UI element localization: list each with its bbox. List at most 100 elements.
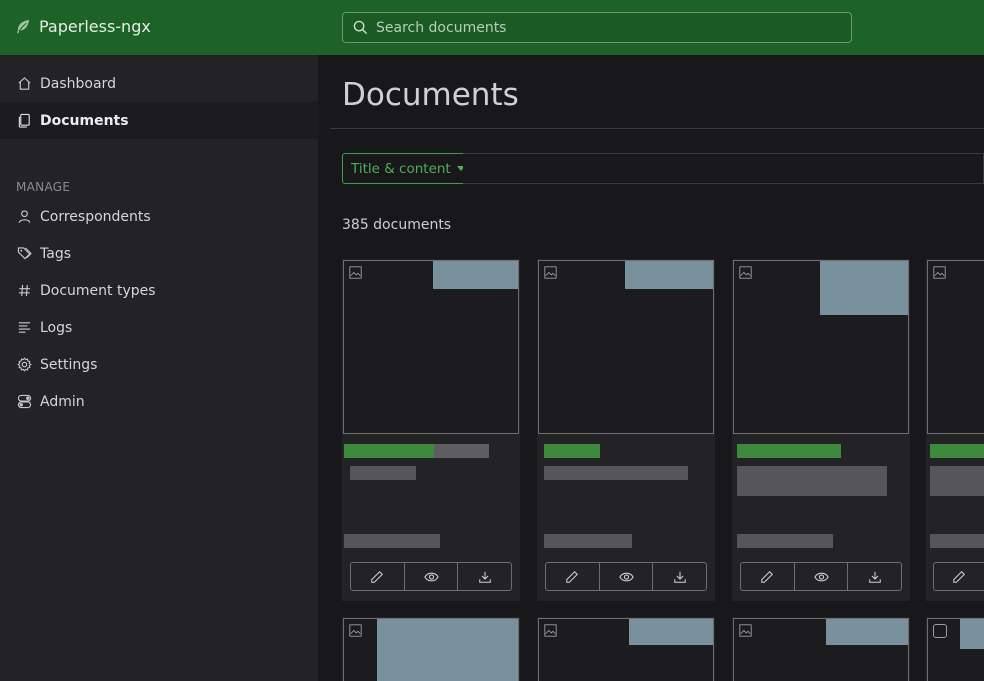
house-icon	[18, 77, 31, 90]
document-card[interactable]	[342, 617, 520, 681]
document-card[interactable]	[537, 259, 715, 601]
sidebar-item-settings[interactable]: Settings	[0, 346, 318, 383]
document-card[interactable]	[732, 259, 910, 601]
person-icon	[18, 210, 31, 223]
top-navbar: Paperless-ngx	[0, 0, 984, 55]
sidebar: Dashboard Documents MANAGE Correspondent…	[0, 55, 318, 681]
image-placeholder-icon	[544, 624, 557, 637]
document-title-redacted	[737, 444, 841, 458]
sidebar-item-documents[interactable]: Documents	[0, 102, 318, 139]
select-checkbox[interactable]	[933, 624, 947, 638]
image-placeholder-icon	[349, 624, 362, 637]
document-thumbnail[interactable]	[343, 618, 519, 681]
sidebar-item-dashboard[interactable]: Dashboard	[0, 65, 318, 102]
hash-icon	[18, 284, 31, 297]
thumbnail-content	[377, 619, 518, 681]
manage-section-header: MANAGE	[16, 180, 71, 194]
document-date-redacted	[930, 534, 984, 548]
toggles-icon	[17, 394, 32, 409]
filter-mode-label: Title & content	[351, 160, 451, 177]
document-date-redacted	[544, 534, 632, 548]
sidebar-item-logs[interactable]: Logs	[0, 309, 318, 346]
sidebar-item-label: Admin	[40, 393, 85, 410]
card-action-group	[545, 562, 707, 591]
filter-text-input[interactable]	[463, 153, 984, 184]
sidebar-item-document-types[interactable]: Document types	[0, 272, 318, 309]
files-icon	[18, 113, 30, 128]
thumbnail-content	[960, 619, 984, 649]
document-meta-redacted	[350, 466, 416, 480]
document-title-redacted	[544, 444, 600, 458]
edit-icon	[953, 570, 965, 583]
text-lines-icon	[18, 322, 31, 333]
document-date-redacted	[344, 534, 440, 548]
document-thumbnail[interactable]	[343, 260, 519, 434]
document-card[interactable]	[537, 617, 715, 681]
document-card[interactable]	[732, 617, 910, 681]
download-button[interactable]	[458, 563, 511, 590]
thumbnail-content	[826, 619, 908, 645]
gear-icon	[17, 357, 32, 372]
preview-button[interactable]	[795, 563, 849, 590]
document-thumbnail[interactable]	[733, 260, 909, 434]
tags-icon	[17, 247, 32, 260]
card-action-group	[740, 562, 902, 591]
thumbnail-content	[625, 261, 713, 289]
document-card[interactable]	[926, 617, 984, 681]
filter-mode-dropdown[interactable]: Title & content	[342, 153, 474, 184]
sidebar-item-correspondents[interactable]: Correspondents	[0, 198, 318, 235]
search-box[interactable]	[342, 12, 852, 43]
app-name: Paperless-ngx	[39, 17, 151, 36]
preview-icon	[423, 572, 439, 581]
download-icon	[868, 571, 881, 583]
sidebar-item-label: Tags	[40, 245, 71, 262]
document-title-redacted	[344, 444, 434, 458]
thumbnail-content	[820, 261, 908, 315]
document-thumbnail[interactable]	[538, 260, 714, 434]
main-content: Documents Title & content 385 documents	[318, 55, 984, 681]
edit-button[interactable]	[546, 563, 600, 590]
document-title-redacted	[930, 444, 984, 458]
edit-button[interactable]	[351, 563, 405, 590]
edit-icon	[566, 570, 579, 583]
image-placeholder-icon	[544, 266, 557, 279]
preview-icon	[618, 572, 634, 581]
document-thumbnail[interactable]	[733, 618, 909, 681]
preview-icon	[813, 572, 829, 581]
search-icon	[353, 20, 368, 35]
download-button[interactable]	[848, 563, 901, 590]
sidebar-item-label: Document types	[40, 282, 156, 299]
app-brand[interactable]: Paperless-ngx	[16, 17, 151, 36]
document-thumbnail[interactable]	[538, 618, 714, 681]
sidebar-item-label: Settings	[40, 356, 98, 373]
edit-button[interactable]	[741, 563, 795, 590]
download-button[interactable]	[653, 563, 706, 590]
image-placeholder-icon	[739, 266, 752, 279]
sidebar-item-admin[interactable]: Admin	[0, 383, 318, 420]
document-meta-redacted	[930, 466, 984, 496]
image-placeholder-icon	[349, 266, 362, 279]
image-placeholder-icon	[933, 266, 946, 279]
document-count: 385 documents	[342, 217, 452, 233]
edit-icon	[761, 570, 774, 583]
sidebar-item-label: Logs	[40, 319, 73, 336]
title-divider	[330, 128, 984, 129]
document-thumbnail[interactable]	[927, 260, 984, 434]
document-card[interactable]	[926, 259, 984, 601]
sidebar-item-label: Dashboard	[40, 75, 116, 92]
edit-button[interactable]	[933, 562, 984, 591]
sidebar-item-tags[interactable]: Tags	[0, 235, 318, 272]
search-input[interactable]	[376, 19, 836, 36]
sidebar-item-label: Documents	[40, 112, 129, 129]
edit-icon	[371, 570, 384, 583]
document-title-redacted	[434, 444, 489, 458]
preview-button[interactable]	[405, 563, 459, 590]
download-icon	[673, 571, 686, 583]
sidebar-item-label: Correspondents	[40, 208, 151, 225]
document-date-redacted	[737, 534, 833, 548]
preview-button[interactable]	[600, 563, 654, 590]
document-meta-redacted	[737, 466, 887, 496]
thumbnail-content	[433, 261, 518, 289]
document-card[interactable]	[342, 259, 520, 601]
page-title: Documents	[342, 77, 519, 113]
